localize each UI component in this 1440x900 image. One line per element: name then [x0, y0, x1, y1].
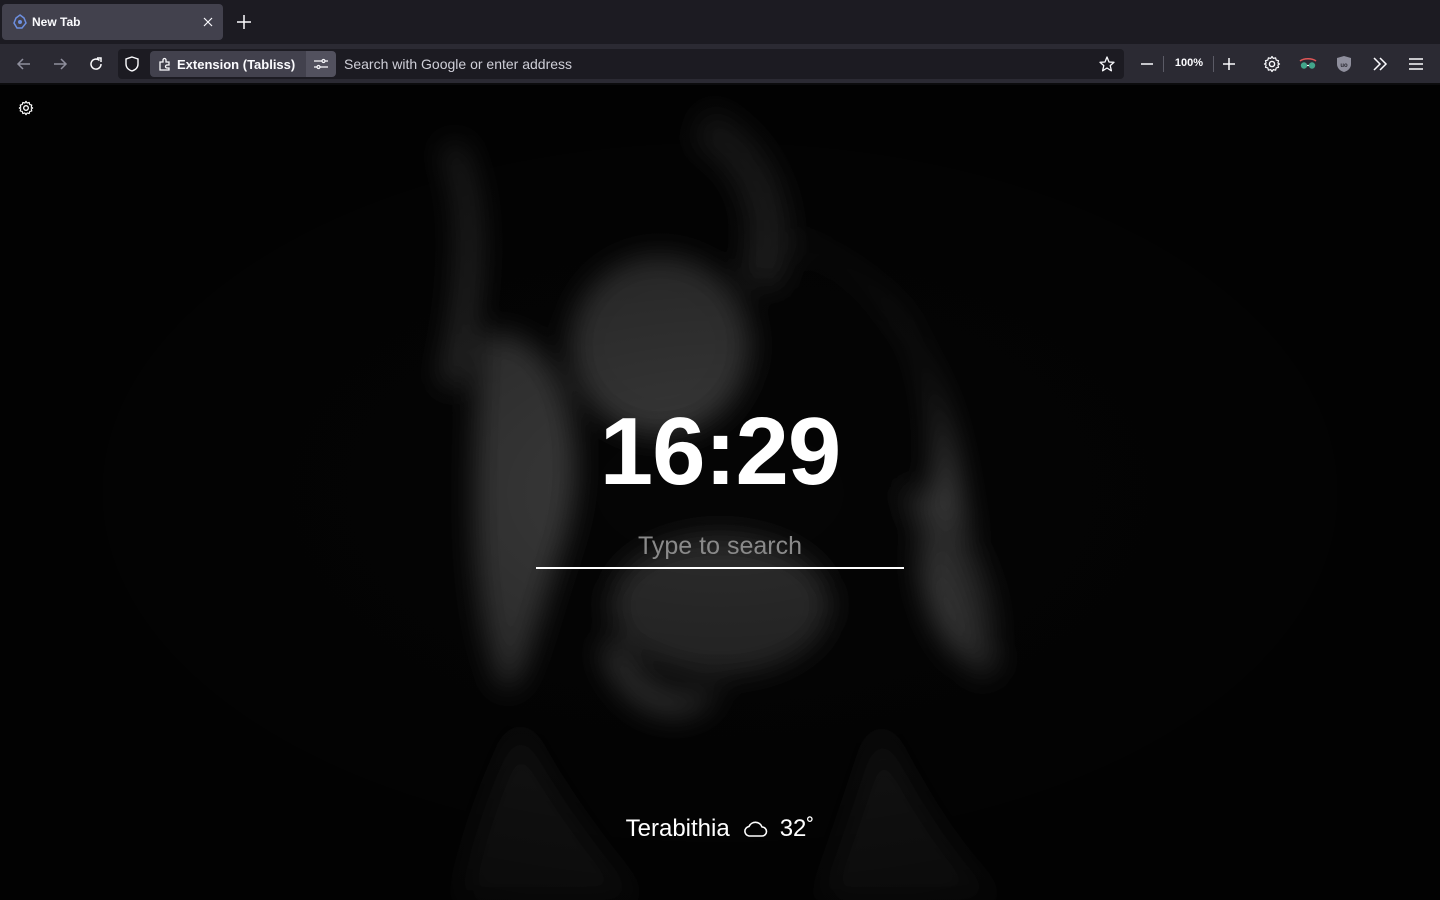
ublock-icon[interactable]: uo	[1332, 52, 1356, 76]
url-bar[interactable]: Extension (Tabliss) Search with Google o…	[118, 49, 1124, 79]
svg-text:uo: uo	[1340, 63, 1348, 69]
zoom-divider	[1213, 56, 1214, 72]
tab-title: New Tab	[32, 15, 81, 29]
gear-icon[interactable]	[1260, 52, 1284, 76]
reload-icon[interactable]	[84, 52, 108, 76]
url-input-placeholder[interactable]: Search with Google or enter address	[344, 56, 572, 72]
plus-icon[interactable]	[233, 11, 255, 33]
overflow-chevrons-icon[interactable]	[1368, 52, 1392, 76]
navigation-toolbar: Extension (Tabliss) Search with Google o…	[0, 44, 1440, 84]
close-icon[interactable]	[200, 14, 216, 30]
weather-location: Terabithia	[625, 815, 730, 842]
search-input[interactable]	[536, 525, 904, 569]
settings-gear-icon[interactable]	[16, 98, 36, 118]
identity-chip-label: Extension (Tabliss)	[177, 57, 296, 72]
star-icon[interactable]	[1098, 55, 1116, 73]
identity-chip[interactable]: Extension (Tabliss)	[150, 51, 306, 77]
zoom-in-icon[interactable]	[1219, 52, 1239, 76]
tab-strip: New Tab	[0, 0, 1440, 44]
weather-temperature: 32˚	[779, 815, 815, 842]
cloud-icon	[742, 819, 768, 839]
arrow-left-icon[interactable]	[12, 52, 36, 76]
tabliss-page: 16:29 Terabithia 32˚	[0, 85, 1440, 900]
weather-widget: Terabithia 32˚	[0, 815, 1440, 843]
hamburger-menu-icon[interactable]	[1404, 52, 1428, 76]
shield-icon[interactable]	[123, 55, 141, 73]
zoom-divider	[1163, 56, 1164, 72]
tabliss-icon	[12, 14, 28, 30]
arrow-right-icon[interactable]	[48, 52, 72, 76]
extension-glasses-icon[interactable]	[1296, 52, 1320, 76]
puzzle-piece-icon	[157, 56, 173, 72]
tab-new-tab[interactable]: New Tab	[2, 4, 223, 40]
permissions-icon[interactable]	[306, 51, 336, 77]
zoom-level[interactable]: 100%	[1171, 57, 1207, 69]
zoom-out-icon[interactable]	[1137, 52, 1157, 76]
clock-time: 16:29	[599, 398, 842, 505]
